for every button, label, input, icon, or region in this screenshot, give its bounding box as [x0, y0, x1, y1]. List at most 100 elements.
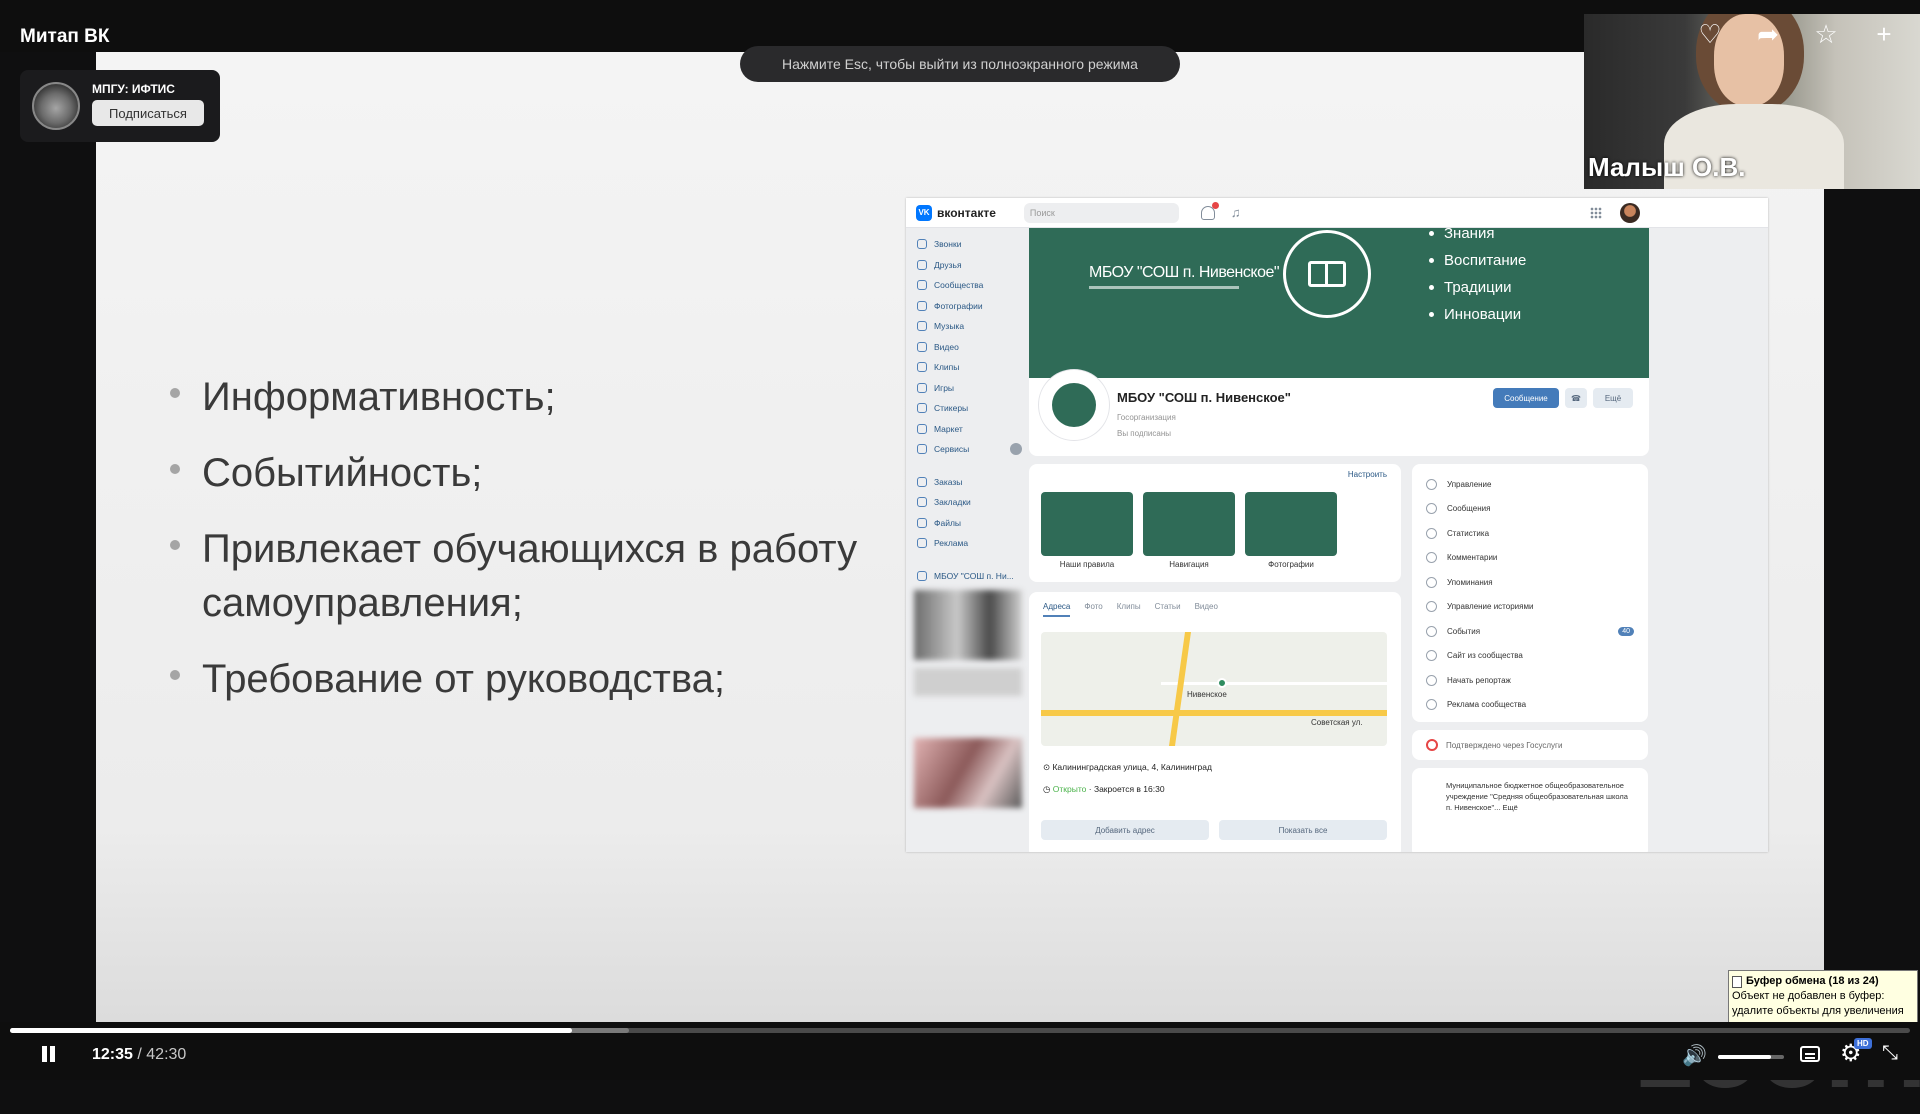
heart-icon[interactable]: ♡ — [1694, 18, 1726, 50]
message-button: Сообщение — [1493, 388, 1559, 408]
friends-icon — [917, 259, 927, 270]
map-pin-icon — [1217, 678, 1227, 688]
cover-value: Традиции — [1429, 274, 1526, 301]
vk-sidebar-item: Стикеры — [914, 398, 1022, 419]
vk-sidebar-item: МБОУ "СОШ п. Ни... — [914, 566, 1022, 587]
cover-title: МБОУ "СОШ п. Нивенское" — [1089, 264, 1280, 281]
vk-sidebar-label: Сервисы — [934, 444, 970, 455]
vk-search-placeholder: Поиск — [1029, 207, 1055, 218]
apps-grid-icon — [1590, 206, 1602, 219]
bullet-text: Информативность; — [202, 375, 556, 419]
stories-icon — [1426, 601, 1437, 613]
vk-group-cover: МБОУ "СОШ п. Нивенское" Знания Воспитани… — [1029, 225, 1649, 378]
stats-icon — [1426, 527, 1437, 539]
book-icon — [1308, 261, 1346, 287]
admin-menu-label: Статистика — [1447, 528, 1490, 538]
admin-menu-item: Упоминания — [1426, 570, 1634, 595]
volume-icon[interactable]: 🔊 — [1682, 1043, 1707, 1068]
top-actions: ♡ ➦ ☆ + — [1694, 18, 1900, 50]
map-street-label: Советская ул. — [1311, 718, 1363, 727]
bullet-item: Привлекает обучающихся в работу самоупра… — [160, 522, 880, 630]
vk-group-header: МБОУ "СОШ п. Нивенское" Госорганизация В… — [1029, 370, 1649, 456]
communities-icon — [917, 280, 927, 291]
vk-sidebar-label: Друзья — [934, 259, 962, 270]
address-line: ⊙ Калининградская улица, 4, Калининград — [1043, 762, 1212, 772]
vk-sidebar-item: Музыка — [914, 316, 1022, 337]
blurred-thumbnail — [914, 738, 1022, 808]
gosuslugi-text: Подтверждено через Госуслуги — [1446, 740, 1563, 750]
globe-icon — [1426, 650, 1437, 662]
show-all-button: Показать все — [1219, 820, 1387, 840]
admin-menu-label: Начать репортаж — [1447, 675, 1511, 685]
channel-name[interactable]: МПГУ: ИФТИС — [92, 82, 175, 96]
volume-slider[interactable] — [1718, 1055, 1784, 1059]
message-icon — [1426, 503, 1437, 515]
admin-menu-label: Управление историями — [1447, 602, 1534, 612]
vk-sidebar-label: Фотографии — [934, 300, 983, 311]
link-tile-label: Фотографии — [1268, 560, 1314, 569]
files-icon — [917, 517, 927, 528]
admin-menu-label: События — [1447, 626, 1481, 636]
cover-value: Инновации — [1429, 301, 1526, 328]
group-meta: Госорганизация Вы подписаны — [1117, 410, 1176, 442]
clips-icon — [917, 362, 927, 373]
bullet-dot — [170, 540, 180, 550]
vk-sidebar-item: Маркет — [914, 419, 1022, 440]
channel-avatar[interactable] — [32, 82, 80, 130]
group-type: Госорганизация — [1117, 413, 1176, 422]
community-icon — [917, 570, 927, 581]
tab-articles: Статьи — [1154, 602, 1181, 611]
exit-fullscreen-icon[interactable]: ⤡ — [1882, 1042, 1898, 1065]
admin-menu-item: Статистика — [1426, 521, 1634, 546]
vk-sidebar-item: Друзья — [914, 255, 1022, 276]
link-tile-label: Навигация — [1169, 560, 1209, 569]
bullet-dot — [170, 464, 180, 474]
call-icon: ☎ — [1565, 388, 1587, 408]
map-town-label: Нивенское — [1187, 690, 1227, 699]
link-tile — [1143, 492, 1235, 556]
admin-menu-item: События 40 — [1426, 619, 1634, 644]
admin-menu-item: Управление — [1426, 472, 1634, 497]
add-address-button: Добавить адрес — [1041, 820, 1209, 840]
hours-line: ◷ Открыто · Закроется в 16:30 — [1043, 784, 1165, 794]
tab-video: Видео — [1194, 602, 1218, 611]
photo-icon — [917, 300, 927, 311]
video-icon — [917, 341, 927, 352]
star-icon[interactable]: ☆ — [1810, 18, 1842, 50]
link-tile — [1245, 492, 1337, 556]
progress-bar[interactable] — [10, 1028, 1910, 1033]
admin-menu-label: Комментарии — [1447, 553, 1498, 563]
vk-sidebar-label: Заказы — [934, 476, 963, 487]
player-controls: 12:35 / 42:30 🔊 ⚙ HD ⤡ — [0, 1022, 1920, 1080]
phone-icon — [917, 239, 927, 250]
video-frame: Информативность; Событийность; Привлекае… — [96, 52, 1920, 1112]
clipboard-title-text: Буфер обмена (18 из 24) — [1746, 975, 1879, 987]
subtitles-icon[interactable] — [1800, 1046, 1820, 1062]
vk-sidebar-label: Звонки — [934, 239, 962, 250]
admin-menu-label: Реклама сообщества — [1447, 700, 1527, 710]
market-icon — [917, 423, 927, 434]
link-tile — [1041, 492, 1133, 556]
vk-sidebar-label: Сообщества — [934, 280, 984, 291]
vk-sidebar-item: Файлы — [914, 513, 1022, 534]
share-icon[interactable]: ➦ — [1752, 18, 1784, 50]
events-count-badge: 40 — [1618, 626, 1634, 636]
bookmark-icon — [917, 497, 927, 508]
vk-sidebar-item: Заказы — [914, 472, 1022, 493]
channel-card: МПГУ: ИФТИС Подписаться — [20, 70, 220, 142]
vk-sidebar-label: Игры — [934, 382, 955, 393]
bullet-dot — [170, 388, 180, 398]
vk-tabs: Адреса Фото Клипы Статьи Видео — [1043, 602, 1218, 617]
video-title: Митап ВК — [20, 26, 110, 47]
vk-links-card: Настроить Наши правила Навигация Фотогра… — [1029, 464, 1401, 582]
vk-search: Поиск — [1023, 202, 1179, 223]
fullscreen-hint: Нажмите Esc, чтобы выйти из полноэкранно… — [740, 46, 1180, 82]
cover-value: Воспитание — [1429, 247, 1526, 274]
pause-button[interactable] — [40, 1046, 56, 1064]
address-block: ⊙ Калининградская улица, 4, Калининград … — [1043, 756, 1212, 800]
subscribe-button[interactable]: Подписаться — [92, 100, 204, 126]
plus-icon[interactable]: + — [1868, 18, 1900, 50]
close-time: · Закроется в 16:30 — [1088, 784, 1165, 794]
current-time: 12:35 — [92, 1046, 133, 1063]
bell-icon — [1200, 201, 1219, 220]
